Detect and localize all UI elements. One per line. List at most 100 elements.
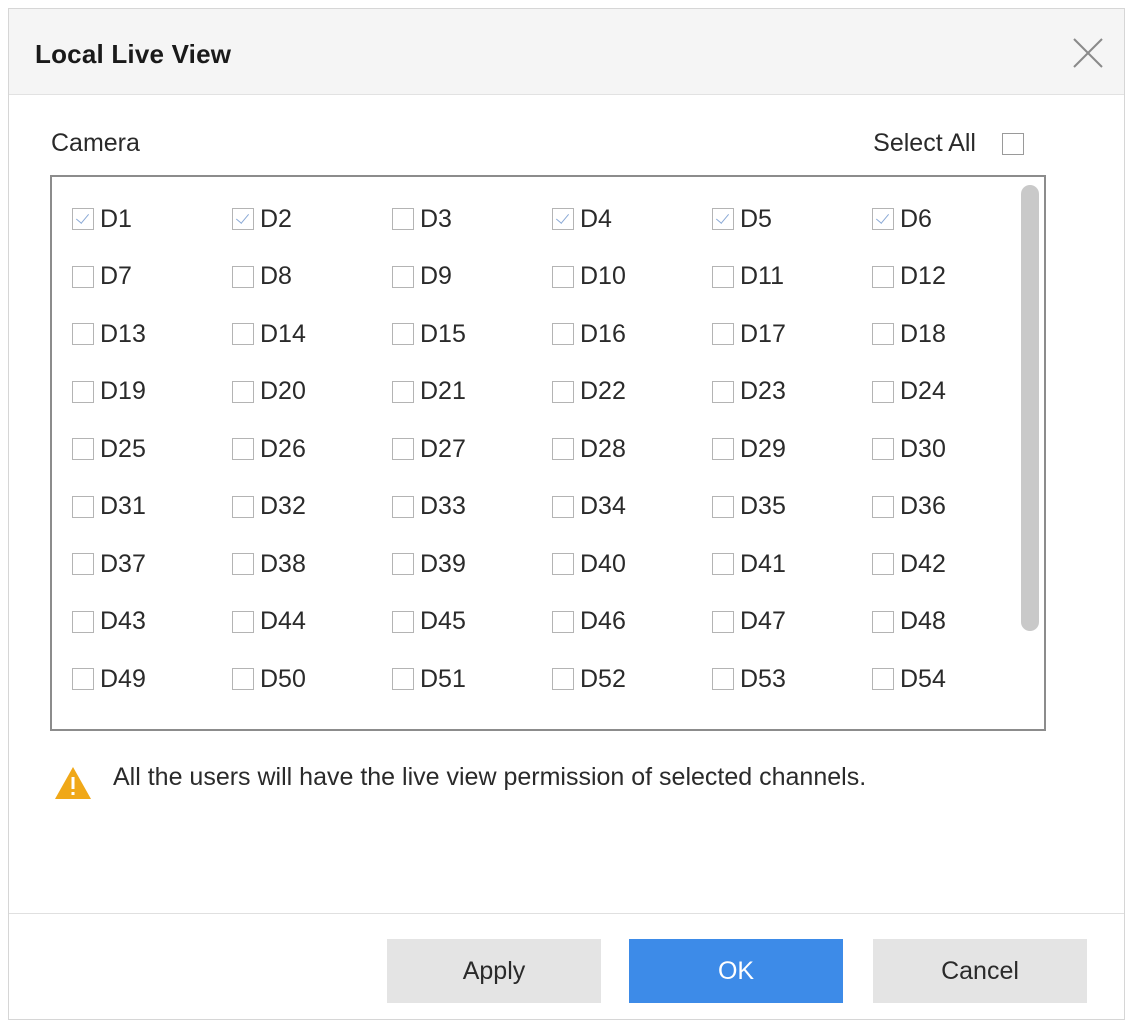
channel-checkbox[interactable] — [232, 380, 254, 403]
channel-item[interactable]: D30 — [852, 429, 1012, 469]
channel-checkbox[interactable] — [552, 208, 574, 230]
channel-checkbox[interactable] — [552, 495, 574, 518]
channel-checkbox[interactable] — [72, 208, 94, 230]
channel-checkbox[interactable] — [232, 208, 254, 230]
channel-item[interactable]: D36 — [852, 487, 1012, 527]
channel-checkbox[interactable] — [232, 323, 254, 345]
channel-item[interactable]: D50 — [212, 659, 372, 699]
channel-checkbox[interactable] — [712, 668, 734, 690]
channel-item[interactable]: D37 — [52, 544, 212, 584]
channel-checkbox[interactable] — [392, 610, 414, 633]
channel-item[interactable]: D43 — [52, 602, 212, 642]
channel-item[interactable]: D47 — [692, 602, 852, 642]
channel-item[interactable]: D35 — [692, 487, 852, 527]
channel-item[interactable]: D2 — [212, 199, 372, 239]
scrollbar-thumb[interactable] — [1021, 185, 1039, 631]
channel-item[interactable]: D32 — [212, 487, 372, 527]
channel-checkbox[interactable] — [392, 668, 414, 690]
channel-item[interactable]: D25 — [52, 429, 212, 469]
channel-item[interactable]: D1 — [52, 199, 212, 239]
channel-item[interactable]: D33 — [372, 487, 532, 527]
channel-checkbox[interactable] — [392, 380, 414, 403]
select-all-control[interactable]: Select All — [873, 129, 1024, 158]
channel-checkbox[interactable] — [232, 495, 254, 518]
channel-item[interactable]: D17 — [692, 314, 852, 354]
channel-checkbox[interactable] — [72, 668, 94, 690]
channel-checkbox[interactable] — [552, 668, 574, 690]
channel-item[interactable]: D3 — [372, 199, 532, 239]
channel-item[interactable]: D53 — [692, 659, 852, 699]
select-all-checkbox[interactable] — [1002, 132, 1024, 155]
channel-item[interactable]: D40 — [532, 544, 692, 584]
channel-item[interactable]: D11 — [692, 257, 852, 297]
channel-checkbox[interactable] — [872, 265, 894, 288]
channel-checkbox[interactable] — [552, 380, 574, 403]
channel-item[interactable]: D39 — [372, 544, 532, 584]
channel-item[interactable]: D24 — [852, 372, 1012, 412]
channel-item[interactable]: D28 — [532, 429, 692, 469]
channel-checkbox[interactable] — [72, 323, 94, 345]
channel-item[interactable]: D7 — [52, 257, 212, 297]
channel-checkbox[interactable] — [712, 438, 734, 460]
channel-item[interactable]: D29 — [692, 429, 852, 469]
channel-item[interactable]: D34 — [532, 487, 692, 527]
channel-checkbox[interactable] — [872, 208, 894, 230]
channel-checkbox[interactable] — [872, 495, 894, 518]
apply-button[interactable]: Apply — [387, 939, 601, 1003]
channel-item[interactable]: D10 — [532, 257, 692, 297]
channel-item[interactable]: D54 — [852, 659, 1012, 699]
channel-checkbox[interactable] — [552, 610, 574, 633]
channel-item[interactable]: D6 — [852, 199, 1012, 239]
channel-item[interactable]: D5 — [692, 199, 852, 239]
channel-item[interactable]: D4 — [532, 199, 692, 239]
channel-item[interactable]: D19 — [52, 372, 212, 412]
channel-checkbox[interactable] — [392, 323, 414, 345]
channel-item[interactable]: D46 — [532, 602, 692, 642]
channel-checkbox[interactable] — [712, 553, 734, 575]
channel-checkbox[interactable] — [872, 553, 894, 575]
channel-item[interactable]: D12 — [852, 257, 1012, 297]
channel-checkbox[interactable] — [712, 495, 734, 518]
channel-checkbox[interactable] — [392, 495, 414, 518]
channel-item[interactable]: D38 — [212, 544, 372, 584]
channel-checkbox[interactable] — [72, 380, 94, 403]
channel-item[interactable]: D23 — [692, 372, 852, 412]
channel-checkbox[interactable] — [232, 265, 254, 288]
channel-item[interactable]: D15 — [372, 314, 532, 354]
channel-checkbox[interactable] — [872, 323, 894, 345]
channel-checkbox[interactable] — [872, 668, 894, 690]
channel-checkbox[interactable] — [72, 438, 94, 460]
channel-item[interactable]: D45 — [372, 602, 532, 642]
channel-item[interactable]: D18 — [852, 314, 1012, 354]
channel-checkbox[interactable] — [712, 208, 734, 230]
ok-button[interactable]: OK — [629, 939, 843, 1003]
channel-item[interactable]: D49 — [52, 659, 212, 699]
channel-item[interactable]: D31 — [52, 487, 212, 527]
channel-checkbox[interactable] — [872, 380, 894, 403]
channel-checkbox[interactable] — [552, 553, 574, 575]
channel-checkbox[interactable] — [872, 610, 894, 633]
close-icon[interactable] — [1066, 31, 1110, 75]
channel-item[interactable]: D13 — [52, 314, 212, 354]
channel-checkbox[interactable] — [712, 323, 734, 345]
channel-checkbox[interactable] — [72, 610, 94, 633]
channel-checkbox[interactable] — [552, 438, 574, 460]
channel-item[interactable]: D51 — [372, 659, 532, 699]
channel-checkbox[interactable] — [232, 610, 254, 633]
cancel-button[interactable]: Cancel — [873, 939, 1087, 1003]
channel-item[interactable]: D44 — [212, 602, 372, 642]
channel-item[interactable]: D22 — [532, 372, 692, 412]
channel-item[interactable]: D42 — [852, 544, 1012, 584]
channel-item[interactable]: D27 — [372, 429, 532, 469]
channel-checkbox[interactable] — [712, 265, 734, 288]
channel-checkbox[interactable] — [72, 553, 94, 575]
channel-item[interactable]: D20 — [212, 372, 372, 412]
channel-item[interactable]: D52 — [532, 659, 692, 699]
channel-checkbox[interactable] — [392, 265, 414, 288]
channel-item[interactable]: D14 — [212, 314, 372, 354]
channel-checkbox[interactable] — [232, 668, 254, 690]
channel-item[interactable]: D48 — [852, 602, 1012, 642]
channel-checkbox[interactable] — [872, 438, 894, 460]
channel-checkbox[interactable] — [552, 265, 574, 288]
channel-checkbox[interactable] — [232, 553, 254, 575]
